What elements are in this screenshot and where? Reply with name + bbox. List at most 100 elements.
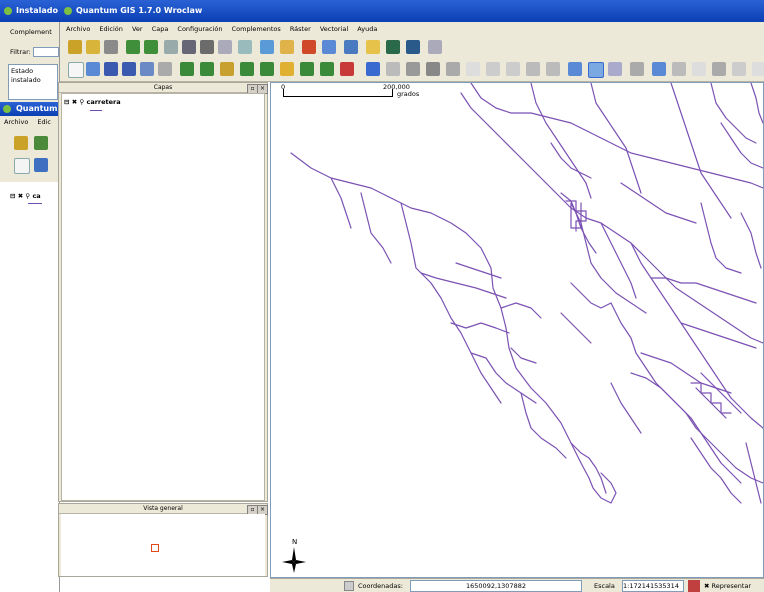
print-composer-icon[interactable]: [140, 62, 154, 76]
show-all-icon[interactable]: [240, 62, 254, 76]
open-project-icon[interactable]: [86, 62, 100, 76]
python-icon[interactable]: [260, 40, 274, 54]
annotation-icon[interactable]: [344, 40, 358, 54]
menu-complementos[interactable]: Complementos: [232, 25, 281, 33]
collapse-icon[interactable]: ⊟ ✖ ⚲: [10, 192, 32, 200]
add-layer-icon[interactable]: [34, 136, 48, 150]
save-project-icon[interactable]: [34, 158, 48, 172]
overview-extent-box[interactable]: [151, 544, 159, 552]
undo-icon[interactable]: [526, 62, 540, 76]
filter-input[interactable]: [33, 47, 59, 57]
save-project-icon[interactable]: [104, 62, 118, 76]
menu-ayuda[interactable]: Ayuda: [357, 25, 377, 33]
second-layers-panel: ⊟ ✖ ⚲ ca: [0, 182, 60, 592]
zoom-selection-icon[interactable]: [652, 62, 666, 76]
menu-configuracion[interactable]: Configuración: [177, 25, 222, 33]
main-titlebar[interactable]: Quantum GIS 1.7.0 Wroclaw: [60, 0, 764, 22]
move-feature-icon[interactable]: [200, 40, 214, 54]
layers-panel-title: Capas: [59, 83, 267, 93]
deselect-icon[interactable]: [506, 62, 520, 76]
scale-field[interactable]: 1:172141535314: [622, 580, 684, 592]
save-as-icon[interactable]: [122, 62, 136, 76]
rotate-icon[interactable]: [446, 62, 460, 76]
menu-ver[interactable]: Ver: [132, 25, 143, 33]
gps-icon[interactable]: [302, 40, 316, 54]
menu-edicion[interactable]: Edición: [99, 25, 123, 33]
attribute-icon[interactable]: [220, 62, 234, 76]
add-spatialite-icon[interactable]: [126, 40, 140, 54]
render-checkbox-icon[interactable]: ✖: [704, 582, 712, 590]
second-qgis-titlebar[interactable]: Quantum: [0, 102, 60, 116]
help-icon[interactable]: [752, 62, 764, 76]
zoom-out-icon[interactable]: [608, 62, 622, 76]
map-tips-icon[interactable]: [712, 62, 726, 76]
text-annotation-icon[interactable]: [366, 40, 380, 54]
move-icon[interactable]: [406, 62, 420, 76]
menu-archivo[interactable]: Archivo: [66, 25, 90, 33]
add-wms-icon[interactable]: [144, 40, 158, 54]
qgis-logo-icon: [3, 105, 11, 113]
expand-icon[interactable]: ⊟: [64, 98, 69, 106]
identify-icon[interactable]: [466, 62, 480, 76]
hide-all-icon[interactable]: [260, 62, 274, 76]
menu-vectorial[interactable]: Vectorial: [320, 25, 348, 33]
overview-remove-icon[interactable]: [300, 62, 314, 76]
pencil-icon[interactable]: [366, 62, 380, 76]
overview-add-icon[interactable]: [280, 62, 294, 76]
print-icon[interactable]: [158, 62, 172, 76]
north-arrow-icon: N: [282, 538, 306, 573]
new-project-icon[interactable]: [68, 62, 84, 78]
bookmark-icon[interactable]: [732, 62, 746, 76]
new-shapefile-icon[interactable]: [164, 40, 178, 54]
add-postgis-icon[interactable]: [104, 40, 118, 54]
menu-raster[interactable]: Ráster: [290, 25, 311, 33]
overview-panel: Vista general ▫ ×: [58, 503, 268, 577]
new-project-icon[interactable]: [14, 158, 30, 174]
plugin-installer-body: Complement Filtrar: Estado instalado: [0, 22, 60, 102]
add-layer-green-icon[interactable]: [180, 62, 194, 76]
layers-tree[interactable]: ⊟ ✖ ⚲ carretera: [61, 93, 265, 501]
plugin-list[interactable]: Estado instalado: [8, 64, 58, 100]
remove-layer-icon[interactable]: [200, 62, 214, 76]
measure-icon[interactable]: [426, 62, 440, 76]
coordinate-toggle-icon[interactable]: [344, 581, 354, 591]
plugin-icon[interactable]: [280, 40, 294, 54]
field-calc-icon[interactable]: [322, 40, 336, 54]
grass-tools-icon[interactable]: [406, 40, 420, 54]
add-raster-icon[interactable]: [86, 40, 100, 54]
zoom-layer-icon[interactable]: [630, 62, 644, 76]
grass-icon[interactable]: [386, 40, 400, 54]
open-project-icon[interactable]: [14, 136, 28, 150]
select-icon[interactable]: [486, 62, 500, 76]
stop-render-icon[interactable]: [688, 580, 700, 592]
capture-polygon-icon[interactable]: [340, 62, 354, 76]
zoom-full-icon[interactable]: [568, 62, 582, 76]
table-icon[interactable]: [238, 40, 252, 54]
node-tool-icon[interactable]: [218, 40, 232, 54]
second-layer-name[interactable]: ca: [32, 192, 40, 200]
pan-icon[interactable]: [386, 62, 400, 76]
overview-canvas[interactable]: [61, 514, 265, 576]
capture-point-icon[interactable]: [320, 62, 334, 76]
layer-name-carretera[interactable]: carretera: [86, 98, 120, 106]
zoom-in-icon[interactable]: [588, 62, 604, 78]
layout-icon[interactable]: [428, 40, 442, 54]
qgis-logo-icon: [4, 7, 12, 15]
render-label[interactable]: Representar: [712, 582, 752, 590]
plugin-tab[interactable]: Complement: [10, 26, 52, 38]
redo-icon[interactable]: [546, 62, 560, 76]
menu-capa[interactable]: Capa: [152, 25, 169, 33]
layer-symbol-line: [90, 110, 102, 111]
main-toolbars: [60, 36, 764, 82]
second-menu-edicion[interactable]: Edic: [37, 118, 51, 126]
north-label: N: [292, 538, 297, 546]
add-vector-icon[interactable]: [68, 40, 82, 54]
refresh-icon[interactable]: [692, 62, 706, 76]
map-canvas[interactable]: 0 200,000 grados N: [270, 82, 764, 578]
second-menu-archivo[interactable]: Archivo: [4, 118, 28, 126]
coord-field[interactable]: 1650092,1307882: [410, 580, 582, 592]
zoom-last-icon[interactable]: [672, 62, 686, 76]
status-bar: Coordenadas: 1650092,1307882 Escala 1:17…: [270, 578, 764, 592]
digitize-icon[interactable]: [182, 40, 196, 54]
plugin-installer-title: Instalado: [16, 6, 59, 15]
